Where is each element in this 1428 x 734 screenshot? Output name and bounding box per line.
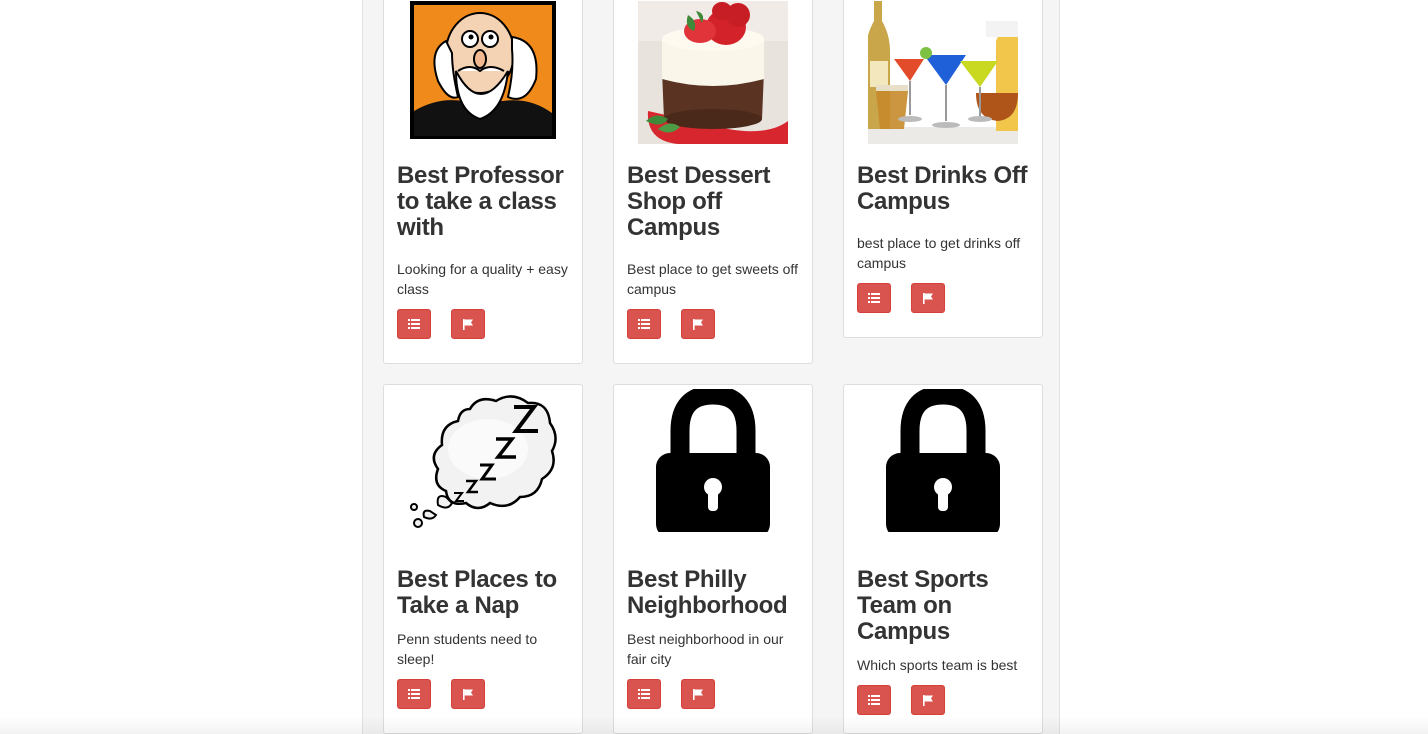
list-icon <box>638 689 650 699</box>
lock-icon <box>868 389 1018 532</box>
poll-card: Best Sports Team on Campus Which sports … <box>843 384 1043 734</box>
card-title: Best Philly Neighborhood <box>627 566 788 619</box>
poll-card: Best Drinks Off Campus best place to get… <box>843 0 1043 338</box>
poll-card: Best Places to Take a Nap Penn students … <box>383 384 583 734</box>
sleep-cloud-image <box>408 389 558 532</box>
professor-cartoon-image <box>408 1 558 144</box>
list-icon <box>868 695 880 705</box>
list-icon <box>638 319 650 329</box>
card-title: Best Drinks Off Campus <box>857 162 1028 215</box>
content-panel: Best Professor to take a class with Look… <box>362 0 1060 734</box>
card-description: Penn students need to sleep! <box>397 631 538 667</box>
card-description: Looking for a quality + easy class <box>397 261 568 297</box>
list-button[interactable] <box>857 283 891 313</box>
poll-card: Best Philly Neighborhood Best neighborho… <box>613 384 813 734</box>
flag-icon <box>923 694 933 706</box>
list-button[interactable] <box>397 309 431 339</box>
flag-icon <box>693 318 703 330</box>
list-button[interactable] <box>857 685 891 715</box>
flag-button[interactable] <box>911 685 945 715</box>
flag-icon <box>463 688 473 700</box>
card-description: Best place to get sweets off campus <box>627 261 798 297</box>
flag-button[interactable] <box>681 679 715 709</box>
card-title: Best Places to Take a Nap <box>397 566 557 619</box>
card-title: Best Professor to take a class with <box>397 162 564 241</box>
poll-card: Best Professor to take a class with Look… <box>383 0 583 364</box>
flag-button[interactable] <box>681 309 715 339</box>
lock-icon <box>638 389 788 532</box>
flag-button[interactable] <box>911 283 945 313</box>
list-button[interactable] <box>627 309 661 339</box>
list-icon <box>868 293 880 303</box>
list-icon <box>408 319 420 329</box>
cheesecake-image <box>638 1 788 144</box>
card-description: best place to get drinks off campus <box>857 235 1021 271</box>
flag-button[interactable] <box>451 309 485 339</box>
cocktails-image <box>868 1 1018 144</box>
flag-button[interactable] <box>451 679 485 709</box>
flag-icon <box>693 688 703 700</box>
flag-icon <box>923 292 933 304</box>
flag-icon <box>463 318 473 330</box>
list-icon <box>408 689 420 699</box>
card-description: Which sports team is best <box>857 657 1018 673</box>
poll-card: Best Dessert Shop off Campus Best place … <box>613 0 813 364</box>
list-button[interactable] <box>627 679 661 709</box>
card-title: Best Dessert Shop off Campus <box>627 162 771 241</box>
card-description: Best neighborhood in our fair city <box>627 631 784 667</box>
card-title: Best Sports Team on Campus <box>857 566 989 645</box>
list-button[interactable] <box>397 679 431 709</box>
